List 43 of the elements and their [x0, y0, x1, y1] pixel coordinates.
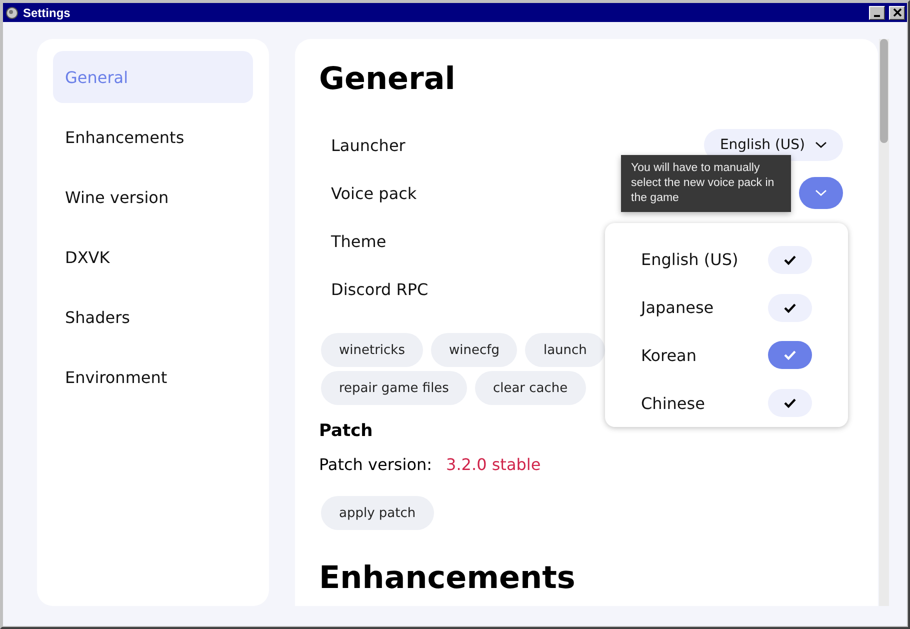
- option-toggle[interactable]: [768, 294, 812, 322]
- option-toggle[interactable]: [768, 341, 812, 370]
- check-icon: [784, 302, 796, 313]
- scrollbar[interactable]: [879, 39, 889, 606]
- minimize-icon: [874, 14, 880, 16]
- sidebar-item[interactable]: DXVK: [53, 231, 253, 283]
- window-title: Settings: [23, 6, 72, 20]
- dropdown-select[interactable]: [799, 177, 843, 209]
- check-icon: [784, 350, 796, 360]
- setting-label: Launcher: [331, 136, 406, 154]
- tool-button[interactable]: launch: [525, 333, 605, 367]
- app-icon: [5, 6, 19, 20]
- option-label[interactable]: English (US): [641, 250, 738, 270]
- close-button[interactable]: [889, 6, 905, 20]
- option-toggle[interactable]: [768, 389, 812, 418]
- check-icon: [784, 254, 796, 265]
- section-heading: General: [319, 60, 456, 99]
- sidebar-item[interactable]: Shaders: [53, 291, 253, 343]
- close-icon: [892, 8, 902, 17]
- section-heading: Enhancements: [319, 559, 576, 598]
- setting-label: Voice pack: [331, 184, 417, 202]
- setting-label: Theme: [331, 232, 386, 250]
- option-label[interactable]: Korean: [641, 346, 696, 365]
- sidebar-item[interactable]: Enhancements: [53, 111, 253, 163]
- minimize-button[interactable]: [869, 6, 885, 20]
- patch-version-value: 3.2.0 stable: [446, 455, 541, 474]
- tooltip: You will have to manually select the new voice pack in the game: [621, 155, 791, 212]
- subsection-heading: Patch: [319, 421, 374, 441]
- tool-button[interactable]: winecfg: [430, 333, 518, 367]
- apply-patch-button[interactable]: apply patch: [321, 496, 434, 530]
- option-label[interactable]: Chinese: [641, 394, 705, 413]
- sidebar-item[interactable]: Environment: [53, 351, 253, 403]
- tool-button[interactable]: winetricks: [321, 333, 423, 367]
- setting-label: Discord RPC: [331, 280, 428, 298]
- tool-button[interactable]: repair game files: [321, 371, 467, 405]
- chevron-down-icon: [815, 189, 827, 197]
- option-toggle[interactable]: [768, 246, 812, 274]
- sidebar-item[interactable]: Wine version: [53, 171, 253, 223]
- option-label[interactable]: Japanese: [641, 298, 714, 318]
- tool-button[interactable]: clear cache: [474, 371, 586, 405]
- chevron-down-icon: [815, 141, 827, 149]
- check-icon: [784, 398, 796, 408]
- patch-version-label: Patch version:: [319, 455, 432, 474]
